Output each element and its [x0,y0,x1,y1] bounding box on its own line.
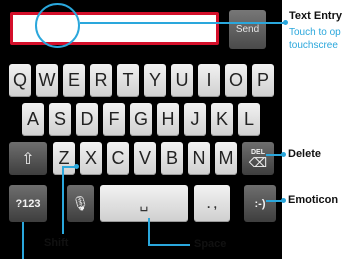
space-bar-icon: ␣ [139,195,149,211]
key-u[interactable]: U [171,64,193,97]
key-p[interactable]: P [252,64,274,97]
send-label: Send [235,24,260,35]
key-e[interactable]: E [63,64,85,97]
emoticon-leader-line [266,200,282,202]
delete-callout: Delete [288,148,322,160]
symbols-leader-line [22,222,24,259]
key-c[interactable]: C [107,142,129,175]
key-a[interactable]: A [22,103,44,136]
key-o[interactable]: O [225,64,247,97]
key-h[interactable]: H [157,103,179,136]
key-d[interactable]: D [76,103,98,136]
key-y[interactable]: Y [144,64,166,97]
key-g[interactable]: G [130,103,152,136]
key-r[interactable]: R [90,64,112,97]
key-j[interactable]: J [184,103,206,136]
key-l[interactable]: L [238,103,260,136]
key-x[interactable]: X [80,142,102,175]
shift-leader-dot [74,164,79,169]
space-leader-horizontal [148,244,190,246]
key-f[interactable]: F [103,103,125,136]
key-m[interactable]: M [215,142,237,175]
emoticon-callout: Emoticon [288,194,339,206]
space-callout: Space [194,238,227,250]
key-q[interactable]: Q [9,64,31,97]
text-entry-callout: Text Entry [289,10,342,22]
text-entry-leader-line [80,22,286,24]
backspace-icon: ⌫ [248,154,268,170]
text-entry-leader-dot [283,20,288,25]
shift-arrow-icon: ⇧ [21,150,35,168]
key-z[interactable]: Z [53,142,75,175]
text-entry-highlight-circle [35,3,80,48]
key-k[interactable]: K [211,103,233,136]
shift-callout: Shift [44,237,69,249]
text-entry-desc-line2: touchscree [289,40,338,51]
key-i[interactable]: I [198,64,220,97]
shift-key[interactable]: ⇧ [9,142,47,175]
send-button[interactable]: Send [229,10,266,49]
key-v[interactable]: V [134,142,156,175]
text-entry-desc-line1: Touch to op [289,27,341,38]
key-b[interactable]: B [161,142,183,175]
delete-leader-dot [281,152,286,157]
shift-leader-vertical [62,166,64,234]
key-n[interactable]: N [188,142,210,175]
emoticon-key[interactable]: :-) [244,185,276,222]
key-s[interactable]: S [49,103,71,136]
space-key[interactable]: ␣ [100,185,188,222]
symbols-key[interactable]: ?123 [9,185,47,222]
delete-key[interactable]: DEL ⌫ [242,142,274,175]
punctuation-key[interactable]: . , [194,185,230,222]
delete-leader-line [266,154,282,156]
key-t[interactable]: T [117,64,139,97]
microphone-icon: 🎙 [71,195,90,211]
microphone-key[interactable]: 🎙 [67,185,94,222]
space-leader-vertical [148,218,150,245]
emoticon-leader-dot [281,198,286,203]
key-w[interactable]: W [36,64,58,97]
